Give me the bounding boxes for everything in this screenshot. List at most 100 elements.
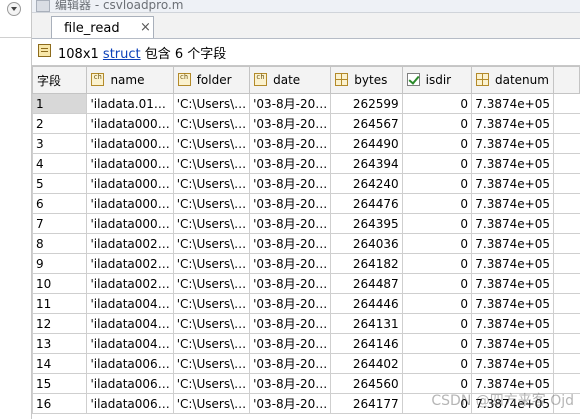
cell-folder[interactable]: 'C:\Users\… bbox=[172, 153, 251, 174]
cell-empty[interactable] bbox=[552, 213, 580, 234]
cell-empty[interactable] bbox=[552, 333, 580, 354]
cell-datenum[interactable]: 7.3874e+05 bbox=[471, 193, 554, 214]
cell-isdir[interactable]: 0 bbox=[401, 113, 473, 134]
cell-date[interactable]: '03-8月-20… bbox=[249, 193, 332, 214]
column-header-isdir[interactable]: isdir bbox=[401, 66, 473, 94]
cell-isdir[interactable]: 0 bbox=[401, 213, 473, 234]
cell-isdir[interactable]: 0 bbox=[401, 293, 473, 314]
table-row[interactable]: 10'iladata002… 'C:\Users\… '03-8月-20… 26448… bbox=[32, 273, 580, 294]
cell-datenum[interactable]: 7.3874e+05 bbox=[471, 133, 554, 154]
cell-datenum[interactable]: 7.3874e+05 bbox=[471, 213, 554, 234]
cell-empty[interactable] bbox=[552, 393, 580, 414]
cell-bytes[interactable]: 264487 bbox=[330, 273, 403, 294]
cell-date[interactable]: '03-8月-20… bbox=[249, 233, 332, 254]
cell-bytes[interactable]: 264036 bbox=[330, 233, 403, 254]
cell-empty[interactable] bbox=[552, 133, 580, 154]
cell-folder[interactable]: 'C:\Users\… bbox=[172, 313, 251, 334]
cell-datenum[interactable]: 7.3874e+05 bbox=[471, 233, 554, 254]
cell-datenum[interactable]: 7.3874e+05 bbox=[471, 273, 554, 294]
table-row[interactable]: 7'iladata000… 'C:\Users\… '03-8月-20… 264395… bbox=[32, 213, 580, 234]
cell-datenum[interactable]: 7.3874e+05 bbox=[471, 313, 554, 334]
cell-folder[interactable]: 'C:\Users\… bbox=[172, 133, 251, 154]
table-row[interactable]: 13'iladata004… 'C:\Users\… '03-8月-20… 26414… bbox=[32, 333, 580, 354]
cell-folder[interactable]: 'C:\Users\… bbox=[172, 193, 251, 214]
column-header-name[interactable]: name bbox=[86, 66, 174, 94]
row-index-cell[interactable]: 14 bbox=[32, 353, 88, 374]
cell-bytes[interactable]: 264446 bbox=[330, 293, 403, 314]
cell-isdir[interactable]: 0 bbox=[401, 373, 473, 394]
cell-datenum[interactable]: 7.3874e+05 bbox=[471, 153, 554, 174]
cell-empty[interactable] bbox=[552, 353, 580, 374]
cell-name[interactable]: 'iladata002… bbox=[86, 233, 174, 254]
cell-date[interactable]: '03-8月-20… bbox=[249, 273, 332, 294]
cell-name[interactable]: 'iladata000… bbox=[86, 193, 174, 214]
cell-folder[interactable]: 'C:\Users\… bbox=[172, 373, 251, 394]
cell-isdir[interactable]: 0 bbox=[401, 253, 473, 274]
row-index-cell[interactable]: 15 bbox=[32, 373, 88, 394]
cell-empty[interactable] bbox=[552, 93, 580, 114]
table-row[interactable]: 15'iladata006… 'C:\Users\… '03-8月-20… 26456… bbox=[32, 373, 580, 394]
cell-datenum[interactable]: 7.3874e+05 bbox=[471, 333, 554, 354]
cell-date[interactable]: '03-8月-20… bbox=[249, 153, 332, 174]
cell-bytes[interactable]: 264240 bbox=[330, 173, 403, 194]
row-index-cell[interactable]: 12 bbox=[32, 313, 88, 334]
cell-name[interactable]: 'iladata006… bbox=[86, 393, 174, 414]
column-header-bytes[interactable]: bytes bbox=[330, 66, 403, 94]
cell-isdir[interactable]: 0 bbox=[401, 133, 473, 154]
cell-isdir[interactable]: 0 bbox=[401, 233, 473, 254]
cell-bytes[interactable]: 264182 bbox=[330, 253, 403, 274]
cell-folder[interactable]: 'C:\Users\… bbox=[172, 253, 251, 274]
cell-empty[interactable] bbox=[552, 173, 580, 194]
cell-folder[interactable]: 'C:\Users\… bbox=[172, 173, 251, 194]
cell-isdir[interactable]: 0 bbox=[401, 153, 473, 174]
row-index-cell[interactable]: 10 bbox=[32, 273, 88, 294]
cell-folder[interactable]: 'C:\Users\… bbox=[172, 113, 251, 134]
cell-datenum[interactable]: 7.3874e+05 bbox=[471, 353, 554, 374]
cell-date[interactable]: '03-8月-20… bbox=[249, 113, 332, 134]
cell-isdir[interactable]: 0 bbox=[401, 353, 473, 374]
cell-date[interactable]: '03-8月-20… bbox=[249, 313, 332, 334]
cell-bytes[interactable]: 264394 bbox=[330, 153, 403, 174]
cell-empty[interactable] bbox=[552, 293, 580, 314]
table-row[interactable]: 1'iladata.01… 'C:\Users\… '03-8月-20… 262599… bbox=[32, 93, 580, 114]
struct-array-grid[interactable]: 字段 namefolderdatebytesisdirdatenum 1'ila… bbox=[32, 66, 580, 419]
cell-folder[interactable]: 'C:\Users\… bbox=[172, 293, 251, 314]
column-header-datenum[interactable]: datenum bbox=[471, 66, 554, 94]
cell-date[interactable]: '03-8月-20… bbox=[249, 353, 332, 374]
row-index-cell[interactable]: 16 bbox=[32, 393, 88, 414]
cell-date[interactable]: '03-8月-20… bbox=[249, 173, 332, 194]
cell-name[interactable]: 'iladata004… bbox=[86, 293, 174, 314]
cell-name[interactable]: 'iladata000… bbox=[86, 153, 174, 174]
cell-date[interactable]: '03-8月-20… bbox=[249, 253, 332, 274]
table-row[interactable]: 12'iladata004… 'C:\Users\… '03-8月-20… 26413… bbox=[32, 313, 580, 334]
cell-name[interactable]: 'iladata002… bbox=[86, 253, 174, 274]
cell-bytes[interactable]: 264567 bbox=[330, 113, 403, 134]
cell-date[interactable]: '03-8月-20… bbox=[249, 373, 332, 394]
cell-datenum[interactable]: 7.3874e+05 bbox=[471, 93, 554, 114]
cell-datenum[interactable]: 7.3874e+05 bbox=[471, 253, 554, 274]
cell-empty[interactable] bbox=[552, 233, 580, 254]
table-row[interactable]: 4'iladata000… 'C:\Users\… '03-8月-20… 264394… bbox=[32, 153, 580, 174]
cell-bytes[interactable]: 264395 bbox=[330, 213, 403, 234]
row-index-cell[interactable]: 5 bbox=[32, 173, 88, 194]
cell-date[interactable]: '03-8月-20… bbox=[249, 393, 332, 414]
cell-bytes[interactable]: 264476 bbox=[330, 193, 403, 214]
cell-folder[interactable]: 'C:\Users\… bbox=[172, 213, 251, 234]
cell-datenum[interactable]: 7.3874e+05 bbox=[471, 173, 554, 194]
row-index-cell[interactable]: 6 bbox=[32, 193, 88, 214]
cell-date[interactable]: '03-8月-20… bbox=[249, 213, 332, 234]
cell-empty[interactable] bbox=[552, 253, 580, 274]
cell-isdir[interactable]: 0 bbox=[401, 313, 473, 334]
cell-empty[interactable] bbox=[552, 193, 580, 214]
row-index-cell[interactable]: 4 bbox=[32, 153, 88, 174]
cell-empty[interactable] bbox=[552, 313, 580, 334]
cell-isdir[interactable]: 0 bbox=[401, 333, 473, 354]
cell-date[interactable]: '03-8月-20… bbox=[249, 293, 332, 314]
cell-folder[interactable]: 'C:\Users\… bbox=[172, 93, 251, 114]
cell-datenum[interactable]: 7.3874e+05 bbox=[471, 113, 554, 134]
table-row[interactable]: 3'iladata000… 'C:\Users\… '03-8月-20… 264490… bbox=[32, 133, 580, 154]
cell-folder[interactable]: 'C:\Users\… bbox=[172, 333, 251, 354]
cell-name[interactable]: 'iladata004… bbox=[86, 333, 174, 354]
table-row[interactable]: 5'iladata000… 'C:\Users\… '03-8月-20… 264240… bbox=[32, 173, 580, 194]
row-index-cell[interactable]: 1 bbox=[32, 93, 88, 114]
